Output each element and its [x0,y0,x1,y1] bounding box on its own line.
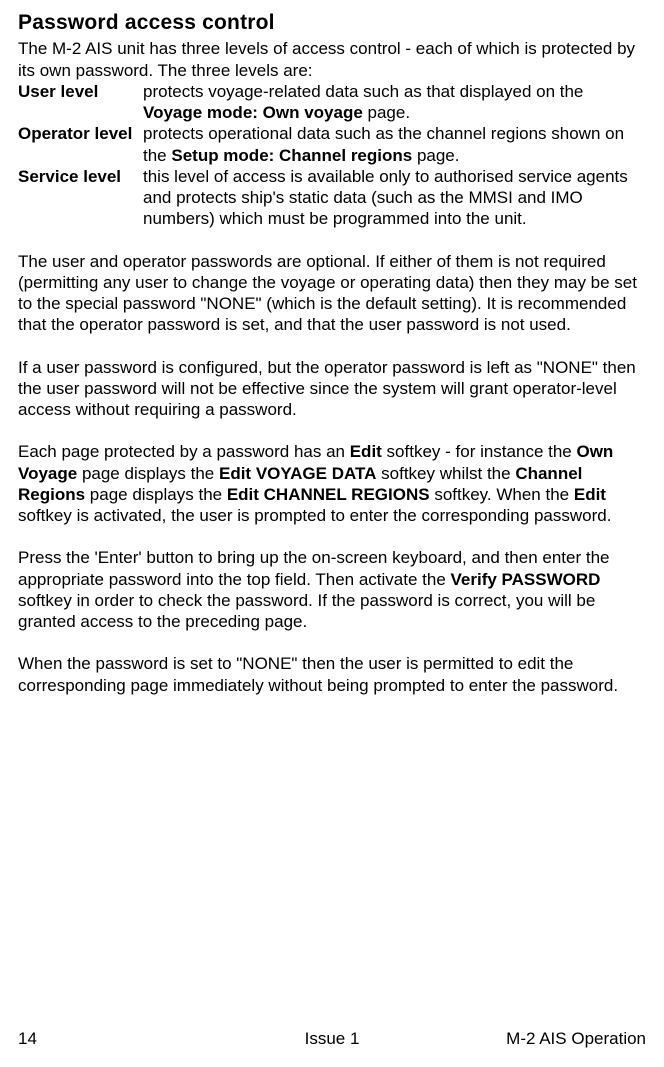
level-description: this level of access is available only t… [143,166,646,230]
level-label: Operator level [18,123,143,144]
paragraph-edit-softkey: Each page protected by a password has an… [18,441,646,526]
text: page. [412,146,459,165]
text: page displays the [77,464,219,483]
intro-paragraph: The M-2 AIS unit has three levels of acc… [18,38,646,81]
paragraph-optional-passwords: The user and operator passwords are opti… [18,251,646,336]
text: softkey is activated, the user is prompt… [18,506,611,525]
text: softkey. When the [430,485,574,504]
text: page. [363,103,410,122]
bold-text: Edit VOYAGE DATA [219,464,376,483]
paragraph-none-immediate: When the password is set to "NONE" then … [18,653,646,696]
level-description: protects voyage-related data such as tha… [143,81,646,124]
level-label: User level [18,81,143,102]
bold-text: Edit [574,485,606,504]
footer-page-number: 14 [18,1028,37,1049]
level-description: protects operational data such as the ch… [143,123,646,166]
paragraph-verify-password: Press the 'Enter' button to bring up the… [18,547,646,632]
text: page displays the [85,485,227,504]
level-row-user: User level protects voyage-related data … [18,81,646,124]
level-row-operator: Operator level protects operational data… [18,123,646,166]
level-label: Service level [18,166,143,187]
text: this level of access is available only t… [143,167,628,229]
text: protects voyage-related data such as tha… [143,82,583,101]
bold-text: Voyage mode: Own voyage [143,103,363,122]
bold-text: Verify PASSWORD [451,570,601,589]
bold-text: Setup mode: Channel regions [171,146,412,165]
access-levels-list: User level protects voyage-related data … [18,81,646,230]
bold-text: Edit [350,442,382,461]
text: softkey - for instance the [382,442,577,461]
paragraph-none-warning: If a user password is configured, but th… [18,357,646,421]
section-heading: Password access control [18,10,646,36]
text: softkey whilst the [376,464,515,483]
page-footer: 14 Issue 1 M-2 AIS Operation [18,1028,646,1049]
bold-text: Edit CHANNEL REGIONS [227,485,430,504]
level-row-service: Service level this level of access is av… [18,166,646,230]
text: Each page protected by a password has an [18,442,350,461]
footer-doc-title: M-2 AIS Operation [506,1028,646,1049]
text: softkey in order to check the password. … [18,591,595,631]
